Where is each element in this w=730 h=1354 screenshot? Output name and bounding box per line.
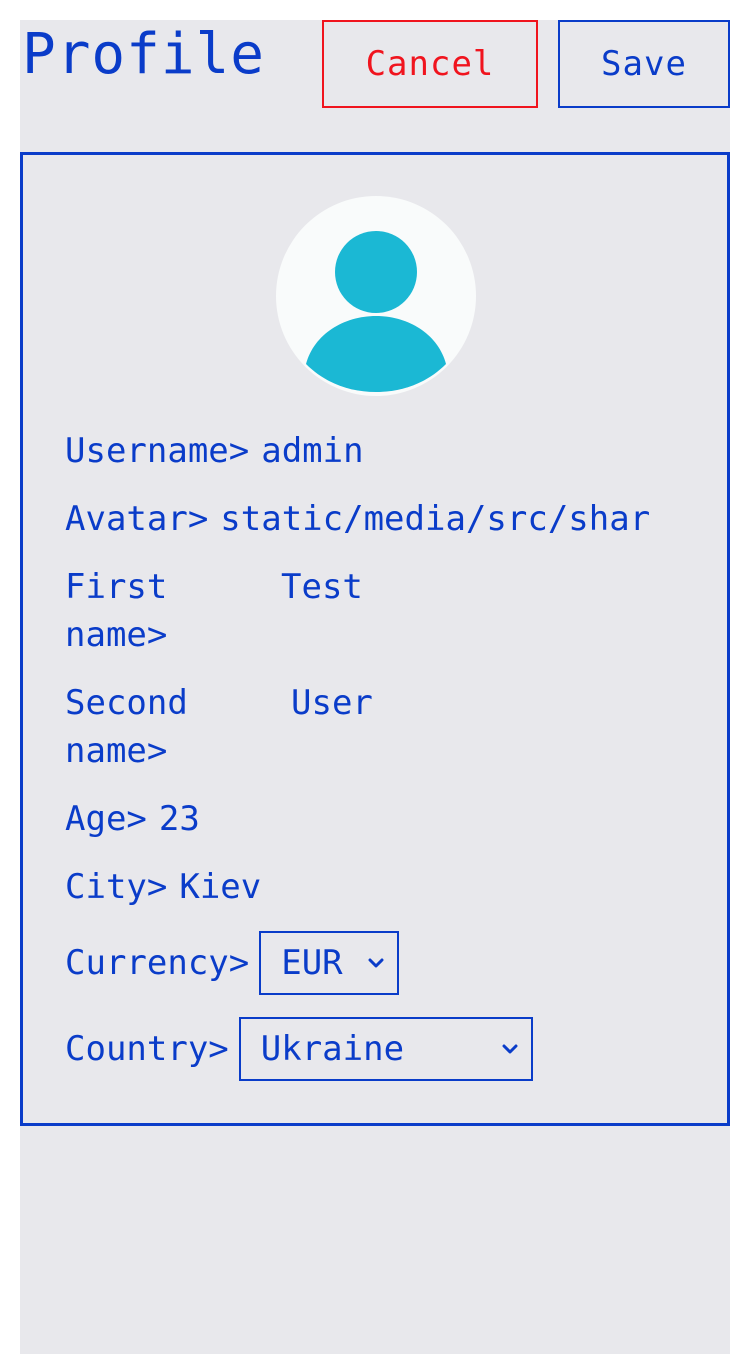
page-title: Profile: [22, 22, 266, 87]
city-label: City>: [65, 867, 168, 907]
app-container: Profile Cancel Save Username> admin Avat…: [20, 20, 730, 1354]
user-avatar-icon: [306, 231, 446, 392]
country-label: Country>: [65, 1029, 229, 1069]
first-name-row: First name> Test: [65, 563, 363, 659]
username-value: admin: [261, 431, 364, 471]
avatar-value: static/media/src/shar: [220, 499, 651, 539]
country-select[interactable]: Ukraine: [238, 1017, 533, 1081]
age-value: 23: [158, 799, 200, 839]
second-name-row: Second name> User: [65, 679, 373, 775]
chevron-down-icon: [368, 958, 384, 968]
avatar-label: Avatar>: [65, 499, 209, 539]
currency-select[interactable]: EUR: [259, 931, 400, 995]
avatar-row: Avatar> static/media/src/shar: [65, 495, 650, 543]
save-button[interactable]: Save: [558, 20, 730, 108]
currency-row: Currency> EUR: [65, 931, 400, 995]
city-row: City> Kiev: [65, 863, 261, 911]
currency-label: Currency>: [65, 943, 250, 983]
age-label: Age>: [65, 799, 147, 839]
country-selected-value: Ukraine: [260, 1029, 405, 1069]
currency-selected-value: EUR: [281, 943, 343, 983]
second-name-value: User: [291, 683, 373, 723]
first-name-value: Test: [281, 567, 363, 607]
first-name-label: First name>: [65, 567, 168, 655]
username-row: Username> admin: [65, 427, 364, 475]
country-row: Country> Ukraine: [65, 1017, 533, 1081]
second-name-label: Second name>: [65, 683, 188, 771]
avatar: [276, 196, 476, 396]
chevron-down-icon: [502, 1044, 518, 1054]
city-value: Kiev: [179, 867, 262, 907]
cancel-button[interactable]: Cancel: [322, 20, 538, 108]
username-label: Username>: [65, 431, 250, 471]
profile-card: Username> admin Avatar> static/media/src…: [20, 152, 730, 1126]
age-row: Age> 23: [65, 795, 200, 843]
